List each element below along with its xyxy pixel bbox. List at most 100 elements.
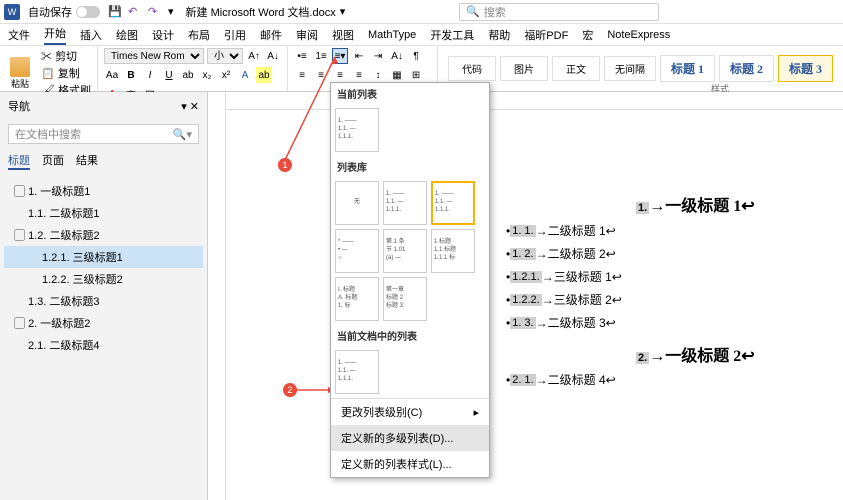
superscript-icon[interactable]: x² (218, 67, 234, 83)
style-heading2[interactable]: 标题 2 (719, 55, 774, 82)
nav-tab-headings[interactable]: 标题 (8, 152, 30, 170)
search-input[interactable]: 🔍 搜索 (459, 3, 659, 21)
navigation-pane: 导航 ▾ ✕ 在文档中搜索 🔍▾ 标题 页面 结果 ▢ 1. 一级标题1 1.1… (0, 92, 208, 500)
align-left-icon[interactable]: ≡ (294, 67, 310, 83)
paste-label: 粘贴 (11, 77, 29, 90)
copy-button[interactable]: 📋 复制 (41, 65, 91, 81)
style-nospacing[interactable]: 无间隔 (604, 56, 656, 81)
tree-item[interactable]: ▢ 2. 一级标题2 (4, 312, 203, 334)
tree-item[interactable]: ▢ 1.2. 二级标题2 (4, 224, 203, 246)
tab-foxit[interactable]: 福昕PDF (524, 27, 568, 43)
font-select[interactable]: Times New Roman (104, 48, 204, 64)
tree-item[interactable]: 1.3. 二级标题3 (4, 290, 203, 312)
strike-icon[interactable]: ab (180, 67, 196, 83)
tree-item[interactable]: 1.2.1. 三级标题1 (4, 246, 203, 268)
justify-icon[interactable]: ≡ (351, 67, 367, 83)
document-area[interactable]: 1.1.→一级标题 1↩→一级标题 1↩ 2.→一级标题 2↩ • 1. 1. … (226, 92, 843, 500)
toggle-switch[interactable] (76, 6, 100, 18)
nav-tree: ▢ 1. 一级标题1 1.1. 二级标题1 ▢ 1.2. 二级标题2 1.2.1… (0, 174, 207, 362)
save-icon[interactable]: 💾 (108, 5, 122, 19)
multilevel-list-dropdown: 当前列表 1. ——1.1. —1.1.1. 列表库 无 1. ——1.1. —… (330, 82, 490, 478)
tab-help[interactable]: 帮助 (488, 27, 510, 43)
paste-button[interactable]: 粘贴 (6, 55, 34, 92)
nav-tab-pages[interactable]: 页面 (42, 152, 64, 170)
text-effects-icon[interactable]: A (237, 67, 253, 83)
doc-heading[interactable]: 1.1.→一级标题 1↩→一级标题 1↩ (636, 192, 755, 216)
style-image[interactable]: 图片 (500, 56, 548, 81)
tree-item[interactable]: 2.1. 二级标题4 (4, 334, 203, 356)
tab-macro[interactable]: 宏 (582, 27, 593, 43)
grow-font-icon[interactable]: A↑ (246, 48, 262, 64)
shrink-font-icon[interactable]: A↓ (265, 48, 281, 64)
undo-icon[interactable]: ↶ (128, 5, 142, 19)
style-heading3[interactable]: 标题 3 (778, 55, 833, 82)
tab-file[interactable]: 文件 (8, 27, 30, 43)
tab-review[interactable]: 审阅 (296, 27, 318, 43)
align-center-icon[interactable]: ≡ (313, 67, 329, 83)
bold-icon[interactable]: B (123, 67, 139, 83)
nav-tab-results[interactable]: 结果 (76, 152, 98, 170)
show-marks-icon[interactable]: ¶ (408, 48, 424, 64)
tab-references[interactable]: 引用 (224, 27, 246, 43)
decrease-indent-icon[interactable]: ⇤ (351, 48, 367, 64)
ribbon-tabs: 文件 开始 插入 绘图 设计 布局 引用 邮件 审阅 视图 MathType 开… (0, 24, 843, 46)
list-preview[interactable]: 第一章标题 2标题 3 (383, 277, 427, 321)
qat-dropdown-icon[interactable]: ▾ (168, 5, 174, 18)
change-list-level[interactable]: 更改列表级别(C)▸ (331, 399, 489, 425)
clipboard-group: 粘贴 ✂ 剪切 📋 复制 🖌 格式刷 剪贴板 (0, 46, 98, 91)
define-multilevel-list[interactable]: 定义新的多级列表(D)... (331, 425, 489, 451)
tree-item[interactable]: 1.2.2. 三级标题2 (4, 268, 203, 290)
change-case-icon[interactable]: Aa (104, 67, 120, 83)
cut-button[interactable]: ✂ 剪切 (41, 48, 91, 64)
tab-developer[interactable]: 开发工具 (430, 27, 474, 43)
list-preview[interactable]: I. 标题A. 标题1. 标 (335, 277, 379, 321)
tab-mathtype[interactable]: MathType (368, 29, 416, 41)
dd-current-label: 当前列表 (331, 83, 489, 104)
tab-mailings[interactable]: 邮件 (260, 27, 282, 43)
doc-heading[interactable]: 2.→一级标题 2↩ (636, 342, 755, 366)
size-select[interactable]: 小四 (207, 48, 243, 64)
list-preview[interactable]: 1. ——1.1. —1.1.1. (383, 181, 427, 225)
doc-body[interactable]: • 1. 1. →二级标题 1↩ • 1. 2. →二级标题 2↩ • 1.2.… (506, 152, 622, 394)
subscript-icon[interactable]: x₂ (199, 67, 215, 83)
style-normal[interactable]: 正文 (552, 56, 600, 81)
tab-layout[interactable]: 布局 (188, 27, 210, 43)
highlight-icon[interactable]: ab (256, 67, 272, 83)
list-preview[interactable]: 1. ——1.1. —1.1.1. (431, 181, 475, 225)
autosave-label: 自动保存 (28, 4, 72, 20)
tab-home[interactable]: 开始 (44, 25, 66, 45)
multilevel-list-icon[interactable]: ≡▾ (332, 48, 348, 64)
tree-item[interactable]: ▢ 1. 一级标题1 (4, 180, 203, 202)
numbering-icon[interactable]: 1≡ (313, 48, 329, 64)
nav-dropdown-icon[interactable]: ▾ ✕ (181, 100, 199, 113)
nav-search-input[interactable]: 在文档中搜索 🔍▾ (8, 124, 199, 144)
tab-insert[interactable]: 插入 (80, 27, 102, 43)
list-preview[interactable]: 1 标题1.1 标题1.1.1 标 (431, 229, 475, 273)
bullets-icon[interactable]: •≡ (294, 48, 310, 64)
tab-design[interactable]: 设计 (152, 27, 174, 43)
borders-icon[interactable]: ⊞ (408, 67, 424, 83)
increase-indent-icon[interactable]: ⇥ (370, 48, 386, 64)
style-code[interactable]: 代码 (448, 56, 496, 81)
list-preview[interactable]: 1. ——1.1. —1.1.1. (335, 108, 379, 152)
line-spacing-icon[interactable]: ↕ (370, 67, 386, 83)
define-list-style[interactable]: 定义新的列表样式(L)... (331, 451, 489, 477)
shading-icon[interactable]: ▦ (389, 67, 405, 83)
redo-icon[interactable]: ↷ (148, 5, 162, 19)
vertical-ruler (208, 92, 226, 500)
style-heading1[interactable]: 标题 1 (660, 55, 715, 82)
list-preview[interactable]: 1. ——1.1. —1.1.1. (335, 350, 379, 394)
list-preview[interactable]: * —— • — ○ (335, 229, 379, 273)
align-right-icon[interactable]: ≡ (332, 67, 348, 83)
sort-icon[interactable]: A↓ (389, 48, 405, 64)
tab-draw[interactable]: 绘图 (116, 27, 138, 43)
list-none[interactable]: 无 (335, 181, 379, 225)
italic-icon[interactable]: I (142, 67, 158, 83)
tab-noteexpress[interactable]: NoteExpress (607, 29, 670, 41)
autosave-toggle[interactable]: 自动保存 (28, 4, 100, 20)
list-preview[interactable]: 第 1 条节 1.01(a) — (383, 229, 427, 273)
tab-view[interactable]: 视图 (332, 27, 354, 43)
underline-icon[interactable]: U (161, 67, 177, 83)
title-dropdown-icon[interactable]: ▾ (340, 5, 346, 18)
tree-item[interactable]: 1.1. 二级标题1 (4, 202, 203, 224)
